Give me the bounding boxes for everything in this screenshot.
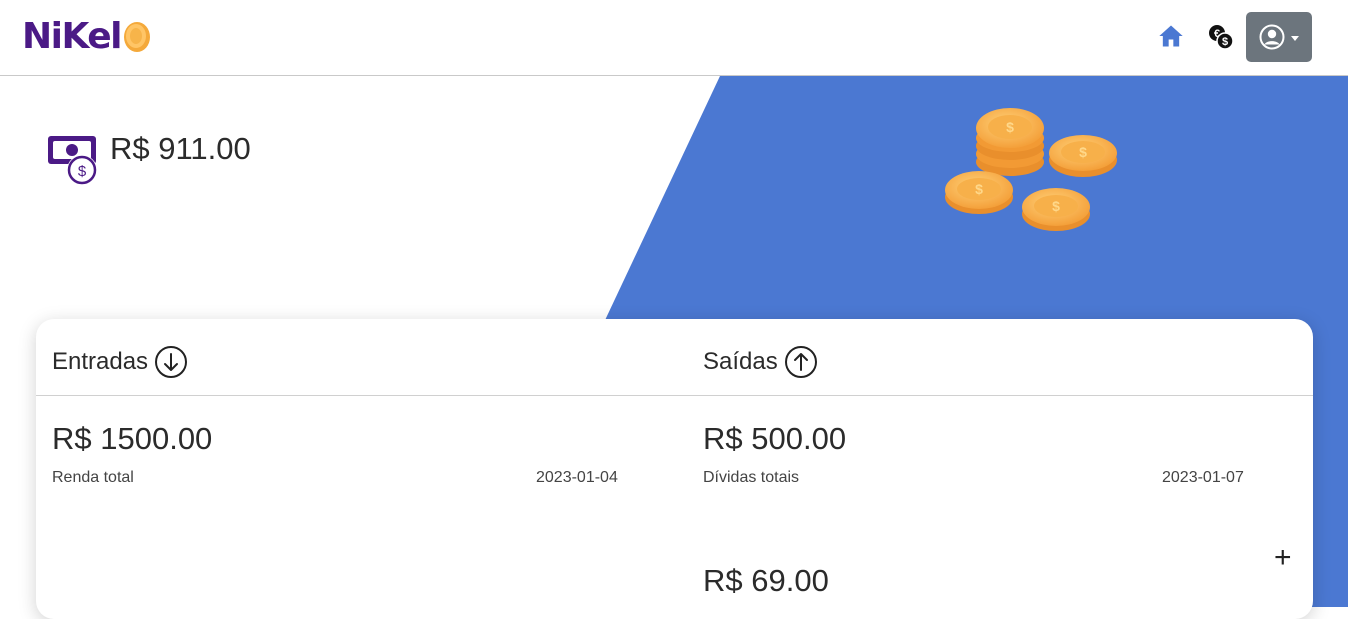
- entrada-date: 2023-01-04: [536, 469, 618, 486]
- arrow-up-circle-icon: [784, 346, 817, 378]
- balance-display: $ R$ 911.00: [46, 128, 251, 186]
- home-icon[interactable]: [1157, 22, 1185, 50]
- entrada-description: Renda total: [52, 469, 134, 486]
- user-menu-button[interactable]: [1246, 12, 1312, 62]
- arrow-down-circle-icon: [155, 346, 188, 378]
- coins-illustration: $ $ $ $: [945, 108, 1117, 231]
- svg-text:$: $: [1079, 144, 1087, 160]
- svg-text:$: $: [1006, 119, 1014, 135]
- brand-logo[interactable]: NiKel: [22, 14, 152, 60]
- saidas-title: Saídas: [703, 348, 778, 375]
- add-transaction-button[interactable]: +: [1274, 543, 1292, 573]
- saida-amount: R$ 69.00: [703, 563, 829, 598]
- saida-amount: R$ 500.00: [703, 421, 847, 456]
- saida-date: 2023-01-07: [1162, 469, 1244, 486]
- svg-text:$: $: [975, 181, 983, 197]
- saida-description: Dívidas totais: [703, 469, 800, 486]
- transactions-card: Entradas Saídas R$ 1500.00 Renda total 2…: [36, 319, 1313, 619]
- svg-text:$: $: [1222, 36, 1228, 48]
- entradas-title: Entradas: [52, 348, 149, 375]
- user-circle-icon: [1259, 24, 1285, 50]
- svg-text:$: $: [78, 163, 87, 180]
- entrada-amount: R$ 1500.00: [52, 421, 213, 456]
- money-bill-icon: $: [48, 136, 97, 185]
- card-divider: [36, 395, 1313, 396]
- saidas-header: Saídas: [703, 345, 818, 379]
- top-navbar: NiKel € $: [0, 0, 1348, 76]
- money-exchange-icon[interactable]: € $: [1206, 22, 1236, 52]
- entradas-header: Entradas: [52, 345, 188, 379]
- balance-value: R$ 911.00: [110, 131, 251, 166]
- coin-icon: [124, 22, 150, 52]
- brand-name: NiKel: [22, 16, 123, 57]
- svg-text:$: $: [1052, 198, 1060, 214]
- chevron-down-icon: [1291, 35, 1299, 41]
